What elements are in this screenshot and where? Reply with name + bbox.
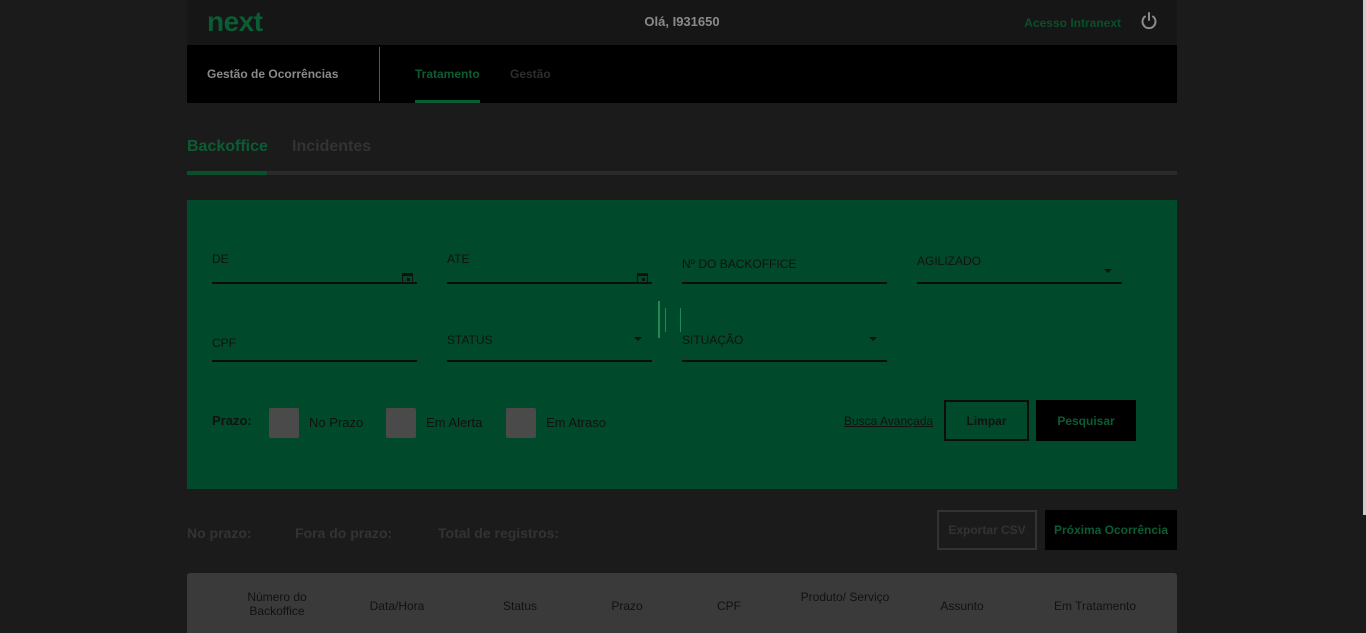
column-header[interactable]: Prazo	[582, 599, 672, 613]
nav-section-title: Gestão de Ocorrências	[207, 67, 339, 81]
export-csv-button[interactable]: Exportar CSV	[937, 510, 1037, 550]
tab-tratamento[interactable]: Tratamento	[415, 67, 480, 81]
next-occurrence-button[interactable]: Próxima Ocorrência	[1045, 510, 1177, 550]
situacao-select[interactable]: SITUAÇÃO	[682, 333, 887, 362]
column-header[interactable]: Status	[475, 599, 565, 613]
calendar-icon[interactable]	[402, 272, 413, 283]
checkbox-em-atraso[interactable]	[506, 408, 536, 438]
checkbox-em-alerta[interactable]	[386, 408, 416, 438]
subtab-backoffice[interactable]: Backoffice	[187, 138, 268, 156]
column-header[interactable]: Data/Hora	[352, 599, 442, 613]
date-to-label: ATE	[447, 252, 470, 266]
em-alerta-label[interactable]: Em Alerta	[426, 415, 482, 430]
date-from-label: DE	[212, 252, 229, 266]
render-artifact	[658, 301, 660, 338]
calendar-icon[interactable]	[637, 272, 648, 283]
cpf-label: CPF	[212, 336, 236, 350]
chevron-down-icon	[1104, 269, 1112, 273]
top-bar: next Olá, I931650 Acesso Intranext	[187, 0, 1177, 45]
power-icon[interactable]	[1139, 11, 1159, 31]
main-nav: Gestão de Ocorrências Tratamento Gestão	[187, 45, 1177, 103]
column-header[interactable]: Em Tratamento	[1045, 599, 1145, 613]
status-select[interactable]: STATUS	[447, 333, 652, 362]
column-header[interactable]: Número do Backoffice	[232, 590, 322, 618]
no-prazo-count-label: No prazo:	[187, 525, 252, 541]
tab-gestao[interactable]: Gestão	[510, 67, 551, 81]
agilizado-label: AGILIZADO	[917, 254, 982, 268]
results-summary: No prazo: Fora do prazo: Total de regist…	[187, 510, 1177, 550]
filter-panel: DE ATE Nº DO BACKOFFICE AGILIZADO CPF ST…	[187, 200, 1177, 489]
intranext-link[interactable]: Acesso Intranext	[1024, 16, 1121, 30]
situacao-label: SITUAÇÃO	[682, 333, 744, 347]
prazo-label: Prazo:	[212, 413, 252, 428]
backoffice-number-label: Nº DO BACKOFFICE	[682, 257, 797, 271]
subtab-incidentes[interactable]: Incidentes	[292, 138, 371, 156]
total-records-label: Total de registros:	[438, 525, 560, 541]
backoffice-number-field[interactable]: Nº DO BACKOFFICE	[682, 257, 887, 284]
sub-tabs: Backoffice Incidentes	[187, 136, 1177, 176]
column-header[interactable]: Produto/ Serviço	[800, 590, 890, 604]
subtab-active-indicator	[187, 171, 267, 175]
fora-prazo-count-label: Fora do prazo:	[295, 525, 393, 541]
date-to-field[interactable]: ATE	[447, 252, 652, 284]
nav-divider	[379, 47, 380, 101]
no-prazo-label[interactable]: No Prazo	[309, 415, 363, 430]
results-table: Número do Backoffice Data/Hora Status Pr…	[187, 573, 1177, 633]
render-artifact	[680, 308, 681, 332]
column-header[interactable]: CPF	[684, 599, 774, 613]
chevron-down-icon	[869, 337, 877, 341]
agilizado-select[interactable]: AGILIZADO	[917, 254, 1122, 284]
column-header[interactable]: Assunto	[917, 599, 1007, 613]
em-atraso-label[interactable]: Em Atraso	[546, 415, 606, 430]
subtab-track	[187, 171, 1177, 175]
advanced-search-link[interactable]: Busca Avançada	[844, 414, 933, 428]
chevron-down-icon	[634, 337, 642, 341]
status-label: STATUS	[447, 333, 493, 347]
date-from-field[interactable]: DE	[212, 252, 417, 284]
checkbox-no-prazo[interactable]	[269, 408, 299, 438]
clear-button[interactable]: Limpar	[944, 400, 1029, 441]
search-button[interactable]: Pesquisar	[1036, 400, 1136, 441]
cpf-field[interactable]: CPF	[212, 336, 417, 362]
active-tab-indicator	[415, 100, 480, 103]
render-artifact	[665, 308, 666, 332]
